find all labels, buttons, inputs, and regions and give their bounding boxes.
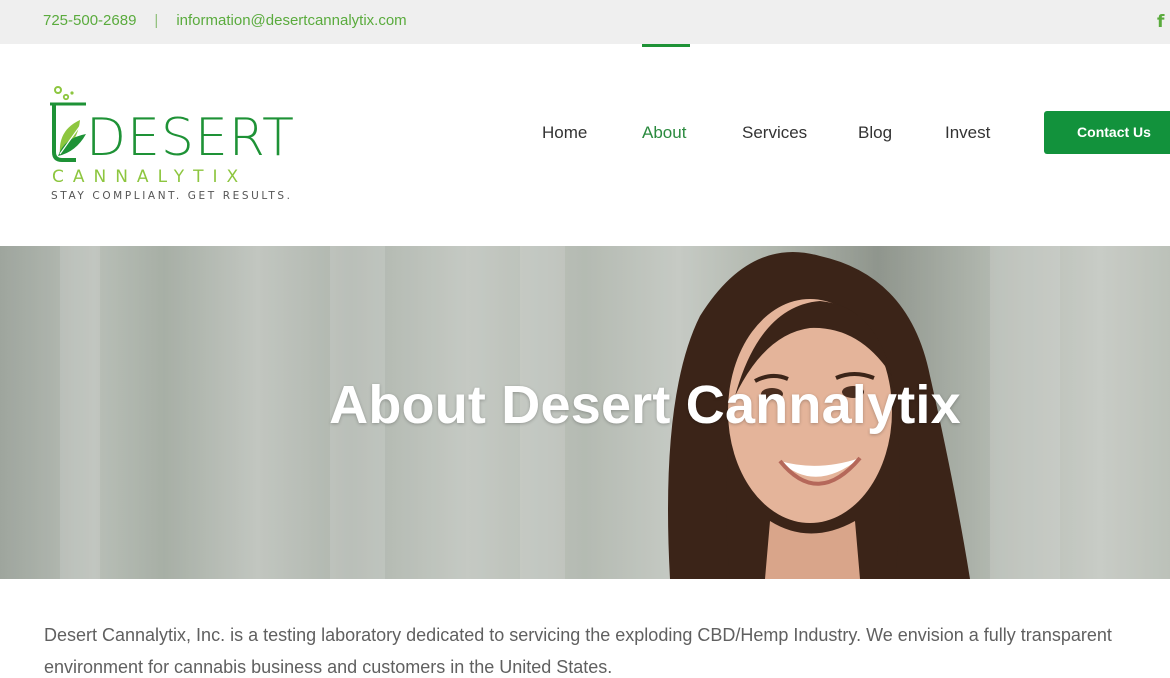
logo-tagline: STAY COMPLIANT. GET RESULTS.: [51, 190, 293, 202]
active-nav-indicator: [642, 44, 690, 47]
contact-separator: |: [154, 12, 159, 29]
hero-banner: About Desert Cannalytix: [0, 246, 1170, 579]
contact-info: 725-500-2689 | information@desertcannalyti…: [43, 12, 407, 29]
nav-about[interactable]: About: [642, 123, 686, 143]
email-link[interactable]: information@desertcannalytix.com: [176, 12, 406, 29]
site-header: DESERT CANNALYTIX STAY COMPLIANT. GET RE…: [0, 44, 1170, 246]
hero-title: About Desert Cannalytix: [329, 375, 961, 435]
logo-wordmark: DESERT: [86, 108, 295, 168]
nav-invest[interactable]: Invest: [945, 123, 990, 143]
nav-blog[interactable]: Blog: [858, 123, 892, 143]
top-contact-bar: 725-500-2689 | information@desertcannalyti…: [0, 0, 1170, 44]
nav-home[interactable]: Home: [542, 123, 587, 143]
contact-us-button[interactable]: Contact Us: [1044, 111, 1170, 154]
facebook-icon[interactable]: f: [1157, 12, 1164, 32]
about-intro-text: Desert Cannalytix, Inc. is a testing lab…: [44, 625, 1112, 677]
logo-subtitle: CANNALYTIX: [52, 167, 248, 187]
nav-services[interactable]: Services: [742, 123, 807, 143]
site-logo[interactable]: DESERT CANNALYTIX STAY COMPLIANT. GET RE…: [46, 84, 308, 209]
phone-link[interactable]: 725-500-2689: [43, 12, 136, 29]
